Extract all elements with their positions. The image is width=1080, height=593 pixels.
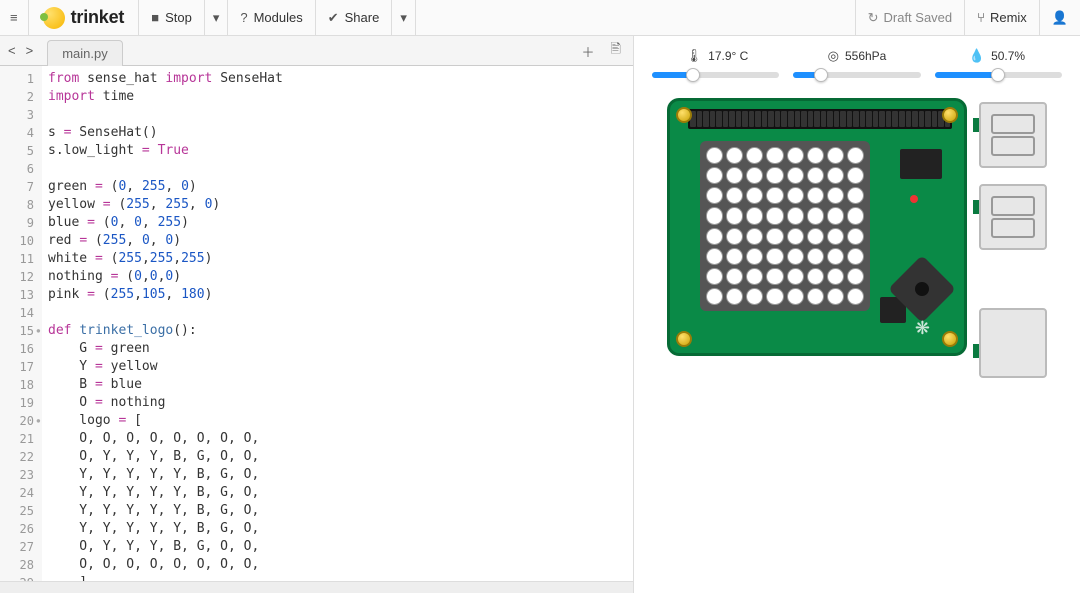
- slider-temperature[interactable]: [652, 70, 779, 80]
- remix-button[interactable]: ⑂Remix: [964, 0, 1039, 36]
- fork-icon: ⑂: [977, 10, 985, 25]
- nav-forward-button[interactable]: >: [22, 41, 38, 60]
- editor-pane: < > main.py ＋ 🖹 123456789101112131415161…: [0, 36, 634, 593]
- sensehat-emulator[interactable]: ❋: [667, 98, 1047, 378]
- stop-icon: ■: [151, 10, 159, 25]
- menu-icon: ≡: [10, 10, 18, 25]
- tab-mainpy[interactable]: main.py: [47, 40, 123, 66]
- sensehat-board: ❋: [667, 98, 967, 356]
- code-editor[interactable]: 1234567891011121314151617181920212223242…: [0, 66, 633, 581]
- screw-icon: [942, 331, 958, 347]
- screw-icon: [676, 107, 692, 123]
- sensor-temperature: 🌡17.9° C: [652, 48, 782, 64]
- usb-port-icon: [979, 102, 1047, 168]
- usb-port-icon: [979, 184, 1047, 250]
- stop-button[interactable]: ■Stop: [139, 0, 205, 36]
- humidity-icon: 💧: [969, 48, 985, 64]
- share-icon: ✔: [328, 10, 339, 26]
- output-pane: 🌡17.9° C ◎556hPa 💧50.7%: [634, 36, 1080, 593]
- line-gutter: 1234567891011121314151617181920212223242…: [0, 66, 42, 581]
- slider-humidity[interactable]: [935, 70, 1062, 80]
- help-icon: ?: [240, 10, 247, 25]
- thermometer-icon: 🌡: [686, 48, 703, 64]
- caret-down-icon: ▾: [213, 10, 220, 26]
- raspberry-pi-logo-icon: ❋: [915, 318, 930, 339]
- status-led-icon: [910, 195, 918, 203]
- menu-button[interactable]: ≡: [0, 0, 29, 36]
- share-button[interactable]: ✔Share: [316, 0, 393, 36]
- screw-icon: [942, 107, 958, 123]
- sensor-humidity: 💧50.7%: [932, 48, 1062, 64]
- share-menu-dropdown[interactable]: ▾: [392, 0, 416, 36]
- brand-text: trinket: [71, 7, 125, 28]
- chip-icon: [900, 149, 942, 179]
- brand[interactable]: trinket: [29, 0, 140, 36]
- trinket-logo-icon: [43, 7, 65, 29]
- ethernet-port-icon: [979, 308, 1047, 378]
- refresh-icon: ↻: [868, 10, 879, 26]
- modules-button[interactable]: ?Modules: [228, 0, 315, 36]
- gpio-header: [688, 109, 952, 129]
- slider-pressure[interactable]: [793, 70, 920, 80]
- horizontal-scrollbar[interactable]: [0, 581, 633, 593]
- topbar: ≡ trinket ■Stop ▾ ?Modules ✔Share ▾ ↻Dra…: [0, 0, 1080, 36]
- sensor-pressure: ◎556hPa: [792, 48, 922, 64]
- pressure-icon: ◎: [828, 48, 839, 64]
- user-menu[interactable]: 👤: [1039, 0, 1080, 36]
- caret-down-icon: ▾: [400, 10, 407, 26]
- screw-icon: [676, 331, 692, 347]
- user-icon: 👤: [1052, 10, 1068, 26]
- draft-saved-status: ↻Draft Saved: [855, 0, 965, 36]
- upload-button[interactable]: 🖹: [605, 37, 627, 65]
- tab-bar: < > main.py ＋ 🖹: [0, 36, 633, 66]
- led-matrix: [700, 141, 870, 311]
- add-tab-button[interactable]: ＋: [576, 39, 601, 64]
- code-area[interactable]: from sense_hat import SenseHatimport tim…: [42, 66, 633, 581]
- nav-back-button[interactable]: <: [4, 41, 20, 60]
- run-menu-dropdown[interactable]: ▾: [205, 0, 229, 36]
